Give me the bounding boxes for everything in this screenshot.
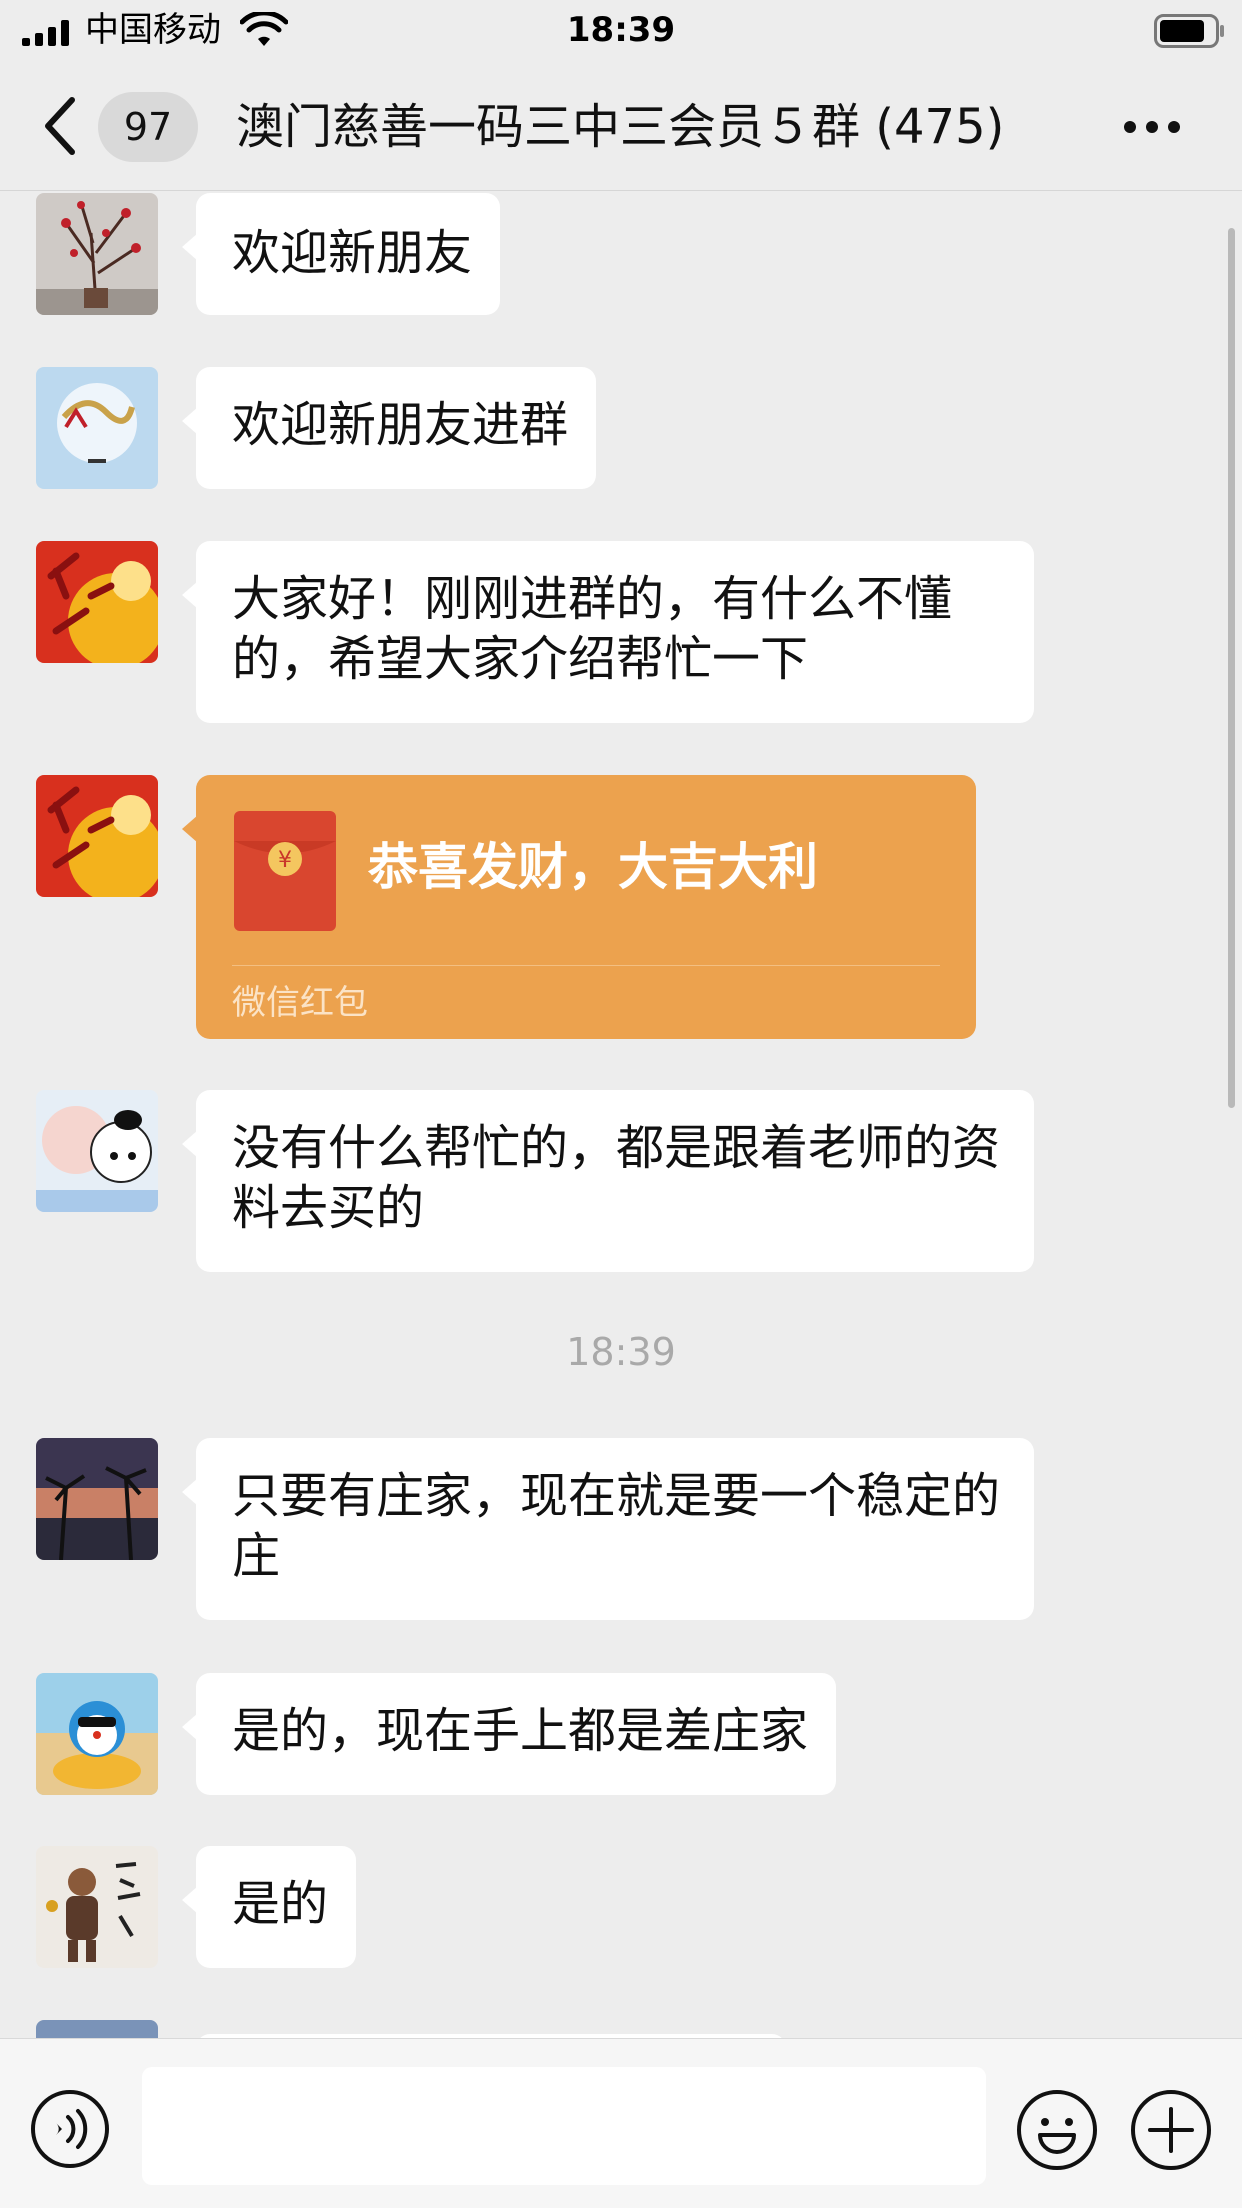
scrollbar[interactable] — [1228, 228, 1235, 1108]
chat-screen: 中国移动 18:39 97 澳门慈善一码三中三会员５群 (475) 欢迎新朋友 … — [0, 0, 1242, 2208]
message-bubble[interactable]: 只要有庄家，现在就是要一个稳定的庄 — [182, 1438, 1034, 1620]
more-options-icon[interactable] — [1122, 112, 1182, 142]
chengxin-avatar[interactable] — [36, 775, 158, 897]
chat-title: 澳门慈善一码三中三会员５群 (475) — [236, 99, 1005, 155]
message-input[interactable] — [142, 2067, 986, 2185]
message-bubble[interactable]: 没有什么帮忙的，都是跟着老师的资料去买的 — [182, 1090, 1034, 1272]
message-bubble[interactable]: 是的 — [181, 1846, 357, 1968]
message-bubble[interactable]: 是的，现在手上都是差庄家 — [181, 1673, 837, 1795]
voice-input-icon[interactable] — [30, 2089, 110, 2169]
red-packet-label: 微信红包 — [232, 983, 368, 1023]
cartoon-sheep-avatar[interactable] — [36, 1090, 158, 1212]
input-bar — [0, 2038, 1242, 2208]
monk-calligraphy-avatar[interactable] — [36, 1846, 158, 1968]
chengxin-avatar[interactable] — [36, 541, 158, 663]
plus-icon[interactable] — [1130, 2089, 1212, 2171]
message-bubble[interactable]: 欢迎新朋友 — [181, 193, 501, 315]
emoji-icon[interactable] — [1016, 2089, 1098, 2171]
doraemon-beach-avatar[interactable] — [36, 1673, 158, 1795]
red-packet-message[interactable]: ¥ 恭喜发财，大吉大利 微信红包 — [182, 775, 976, 1039]
battery-icon — [1154, 14, 1224, 48]
unread-count-badge[interactable]: 97 — [98, 92, 198, 162]
svg-text:¥: ¥ — [278, 848, 292, 873]
palm-sunset-avatar[interactable] — [36, 1438, 158, 1560]
message-timestamp: 18:39 — [566, 1330, 676, 1374]
plum-blossom-avatar[interactable] — [36, 193, 158, 315]
message-bubble[interactable]: 大家好！刚刚进群的，有什么不懂的，希望大家介绍帮忙一下 — [182, 541, 1034, 723]
dragon-moon-avatar[interactable] — [36, 367, 158, 489]
red-packet-greeting: 恭喜发财，大吉大利 — [368, 838, 818, 896]
chat-header: 97 澳门慈善一码三中三会员５群 (475) — [0, 62, 1242, 191]
red-envelope-icon: ¥ — [234, 811, 336, 931]
message-bubble[interactable]: 欢迎新朋友进群 — [181, 367, 597, 489]
status-bar: 中国移动 18:39 — [0, 0, 1242, 62]
red-packet-divider — [232, 965, 940, 966]
status-time: 18:39 — [566, 10, 676, 50]
back-chevron-icon[interactable] — [40, 94, 80, 158]
